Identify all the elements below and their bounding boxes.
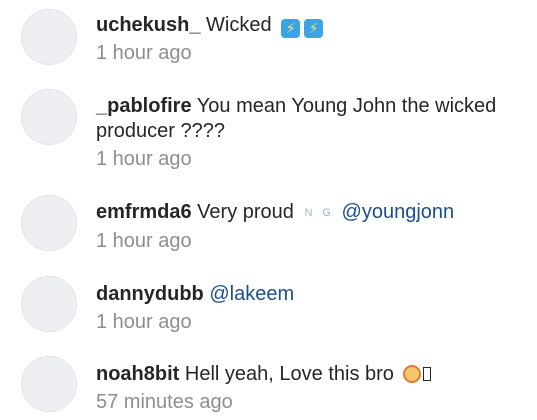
- avatar[interactable]: [21, 9, 77, 65]
- username-link[interactable]: emfrmda6: [96, 201, 192, 223]
- unsupported-glyph-icon: [423, 367, 432, 381]
- comment-text-line: noah8bit Hell yeah, Love this bro: [96, 362, 529, 387]
- comment-body: dannydubb @lakeem 1 hour ago: [96, 282, 529, 334]
- comment-text: Very proud: [197, 201, 294, 223]
- username-link[interactable]: uchekush_: [96, 14, 200, 36]
- comment-body: _pablofire You mean Young John the wicke…: [96, 94, 529, 171]
- comment-text-line: emfrmda6 Very proud NG @youngjonn: [96, 200, 529, 226]
- flag-letter-n-icon: N: [304, 207, 313, 219]
- avatar[interactable]: [21, 195, 77, 251]
- comment-timestamp: 1 hour ago: [96, 42, 192, 64]
- comment-timestamp: 1 hour ago: [96, 148, 192, 170]
- avatar[interactable]: [21, 356, 77, 412]
- person-facepalming-emoji-icon: [403, 365, 422, 383]
- username-link[interactable]: _pablofire: [96, 95, 192, 117]
- comment-text: Hell yeah, Love this bro: [184, 363, 394, 385]
- mention-link[interactable]: @lakeem: [209, 283, 294, 305]
- comment-body: uchekush_ Wicked ⚡ ⚡ 1 hour ago: [96, 13, 529, 65]
- avatar[interactable]: [21, 276, 77, 332]
- high-voltage-emoji-icon: ⚡: [304, 19, 324, 38]
- comment-timestamp: 1 hour ago: [96, 230, 192, 252]
- comment-text: Wicked: [206, 14, 272, 36]
- mention-link[interactable]: @youngjonn: [342, 201, 455, 223]
- comment-text-line: _pablofire You mean Young John the wicke…: [96, 94, 529, 144]
- comment-timestamp: 1 hour ago: [96, 311, 192, 333]
- comment-timestamp: 57 minutes ago: [96, 391, 233, 413]
- comment-text-line: dannydubb @lakeem: [96, 282, 529, 307]
- flag-letter-g-icon: G: [322, 207, 331, 219]
- comment-body: emfrmda6 Very proud NG @youngjonn 1 hour…: [96, 200, 529, 253]
- high-voltage-emoji-icon: ⚡: [281, 19, 301, 38]
- username-link[interactable]: dannydubb: [96, 283, 204, 305]
- avatar[interactable]: [21, 89, 77, 145]
- comment-body: noah8bit Hell yeah, Love this bro 57 min…: [96, 362, 529, 414]
- username-link[interactable]: noah8bit: [96, 363, 179, 385]
- comment-text-line: uchekush_ Wicked ⚡ ⚡: [96, 13, 529, 38]
